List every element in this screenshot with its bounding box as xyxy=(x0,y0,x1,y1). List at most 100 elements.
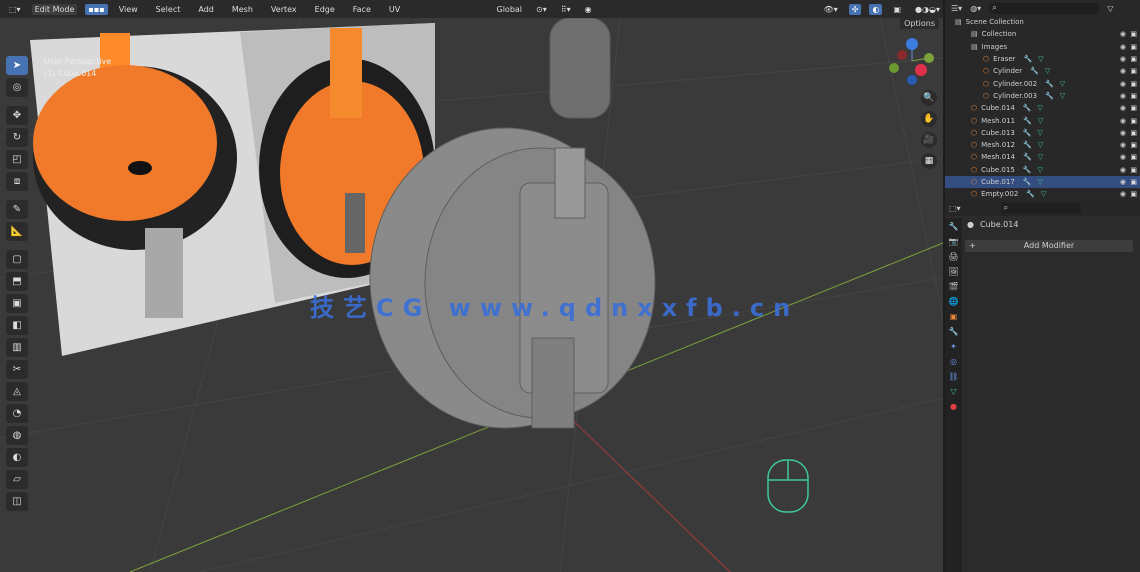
tab-world-icon[interactable]: 🌐 xyxy=(949,297,959,306)
tab-scene-icon[interactable]: 🎬 xyxy=(949,282,959,291)
pan-hand-icon[interactable]: ✋ xyxy=(921,111,937,127)
properties-search-input[interactable]: ⌕ xyxy=(1000,202,1081,214)
render-camera-icon[interactable]: ▣ xyxy=(1130,104,1137,112)
visibility-eye-icon[interactable]: ◉ xyxy=(1120,117,1126,125)
outliner-row[interactable]: ⬡ Cylinder.003 🔧 ▽ ◉ ▣ xyxy=(945,90,1140,102)
visibility-eye-icon[interactable]: ◉ xyxy=(1120,166,1126,174)
tool-bevel-icon[interactable]: ◧ xyxy=(6,316,28,335)
tab-modifiers-icon[interactable]: 🔧 xyxy=(949,327,959,336)
outliner-row[interactable]: ⬡ Cube.013 🔧 ▽ ◉ ▣ xyxy=(945,127,1140,139)
tool-knife-icon[interactable]: ✂ xyxy=(6,360,28,379)
render-camera-icon[interactable]: ▣ xyxy=(1130,141,1137,149)
tool-add-cube-icon[interactable]: ▢ xyxy=(6,250,28,269)
tool-shear-icon[interactable]: ▱ xyxy=(6,470,28,489)
tab-view-layer-icon[interactable]: 🖼 xyxy=(948,267,958,276)
tool-annotate-icon[interactable]: ✎ xyxy=(6,200,28,219)
visibility-eye-icon[interactable]: ◉ xyxy=(1120,30,1126,38)
visibility-eye-icon[interactable]: ◉ xyxy=(1120,43,1126,51)
tool-smooth-icon[interactable]: ◍ xyxy=(6,426,28,445)
tab-physics-icon[interactable]: ◎ xyxy=(950,357,957,366)
visibility-eye-icon[interactable]: ◉ xyxy=(1120,67,1126,75)
editor-type-icon[interactable]: ⬚▾ xyxy=(6,4,24,15)
render-camera-icon[interactable]: ▣ xyxy=(1130,129,1137,137)
visibility-eye-icon[interactable]: ◉ xyxy=(1120,92,1126,100)
render-camera-icon[interactable]: ▣ xyxy=(1130,55,1137,63)
tool-cursor-icon[interactable]: ◎ xyxy=(6,78,28,97)
outliner-row[interactable]: ⬡ Cube.014 🔧 ▽ ◉ ▣ xyxy=(945,102,1140,114)
properties-editor-icon[interactable]: ⬚▾ xyxy=(949,204,961,213)
snap-icon[interactable]: ⠿▾ xyxy=(558,4,574,15)
render-camera-icon[interactable]: ▣ xyxy=(1130,166,1137,174)
tool-loop-cut-icon[interactable]: ▥ xyxy=(6,338,28,357)
menu-vertex[interactable]: Vertex xyxy=(268,4,300,15)
menu-select[interactable]: Select xyxy=(153,4,184,15)
visibility-eye-icon[interactable]: ◉ xyxy=(1120,178,1126,186)
zoom-icon[interactable]: 🔍 xyxy=(921,90,937,106)
visibility-eye-icon[interactable]: ◉ xyxy=(1120,129,1126,137)
tool-move-icon[interactable]: ✥ xyxy=(6,106,28,125)
menu-face[interactable]: Face xyxy=(350,4,374,15)
tab-data-icon[interactable]: ▽ xyxy=(950,387,956,396)
orientation-dropdown[interactable]: Global xyxy=(494,4,526,15)
outliner-row[interactable]: ⬡ Mesh.012 🔧 ▽ ◉ ▣ xyxy=(945,139,1140,151)
tool-measure-icon[interactable]: 📐 xyxy=(6,222,28,241)
tab-tool-icon[interactable]: 🔧 xyxy=(949,222,959,231)
visibility-eye-icon[interactable]: ◉ xyxy=(1120,55,1126,63)
display-mode-icon[interactable]: ☰▾ xyxy=(951,4,962,13)
tool-extrude-icon[interactable]: ⬒ xyxy=(6,272,28,291)
3d-viewport[interactable]: ➤ ◎ ✥ ↻ ◰ ⧈ ✎ 📐 ▢ ⬒ ▣ ◧ ▥ ✂ ◬ ◔ ◍ ◐ ▱ ◫ User Perspective (1… xyxy=(0,18,943,572)
tool-spin-icon[interactable]: ◔ xyxy=(6,404,28,423)
mode-dropdown[interactable]: Edit Mode xyxy=(31,3,78,15)
render-camera-icon[interactable]: ▣ xyxy=(1130,190,1137,198)
xray-icon[interactable]: ▣ xyxy=(890,4,904,15)
object-name-field[interactable]: Cube.014 xyxy=(980,220,1018,229)
menu-uv[interactable]: UV xyxy=(386,4,403,15)
render-camera-icon[interactable]: ▣ xyxy=(1130,67,1137,75)
proportional-edit-icon[interactable]: ◉ xyxy=(582,4,595,15)
render-camera-icon[interactable]: ▣ xyxy=(1130,30,1137,38)
camera-view-icon[interactable]: 🎥 xyxy=(921,132,937,148)
tab-output-icon[interactable]: 🖨 xyxy=(948,252,958,261)
render-camera-icon[interactable]: ▣ xyxy=(1130,153,1137,161)
options-dropdown[interactable]: Options xyxy=(900,18,939,29)
tool-rotate-icon[interactable]: ↻ xyxy=(6,128,28,147)
perspective-toggle-icon[interactable]: ▦ xyxy=(921,153,937,169)
tool-transform-icon[interactable]: ⧈ xyxy=(6,172,28,191)
tool-shrink-icon[interactable]: ◐ xyxy=(6,448,28,467)
outliner-row[interactable]: ⬡ Mesh.011 🔧 ▽ ◉ ▣ xyxy=(945,114,1140,126)
outliner-row[interactable]: ⬡ Cylinder 🔧 ▽ ◉ ▣ xyxy=(945,65,1140,77)
menu-mesh[interactable]: Mesh xyxy=(229,4,256,15)
tab-particles-icon[interactable]: ✦ xyxy=(950,342,957,351)
tab-object-icon[interactable]: ▣ xyxy=(950,312,958,321)
tool-poly-build-icon[interactable]: ◬ xyxy=(6,382,28,401)
tool-rip-icon[interactable]: ◫ xyxy=(6,492,28,511)
outliner-row[interactable]: ▤ Images ◉ ▣ xyxy=(945,41,1140,53)
outliner-row[interactable]: ⬡ Cube.017 🔧 ▽ ◉ ▣ xyxy=(945,175,1140,189)
menu-add[interactable]: Add xyxy=(195,4,217,15)
tab-render-icon[interactable]: 📷 xyxy=(949,237,959,246)
tab-material-icon[interactable]: ● xyxy=(950,402,957,411)
scene-collection-row[interactable]: ▤ Scene Collection xyxy=(945,16,1140,28)
menu-edge[interactable]: Edge xyxy=(312,4,338,15)
filter-icon[interactable]: ◍▾ xyxy=(970,4,981,13)
visibility-eye-icon[interactable]: ◉ xyxy=(1120,153,1126,161)
overlay-toggle-icon[interactable]: ◐ xyxy=(869,3,883,15)
visibility-eye-icon[interactable]: ◉ xyxy=(1120,141,1126,149)
visibility-eye-icon[interactable]: ◉ xyxy=(1120,104,1126,112)
render-camera-icon[interactable]: ▣ xyxy=(1130,117,1137,125)
visibility-eye-icon[interactable]: ◉ xyxy=(1120,190,1126,198)
outliner-row[interactable]: ⬡ Mesh.014 🔧 ▽ ◉ ▣ xyxy=(945,151,1140,163)
axis-gizmo[interactable] xyxy=(889,38,934,85)
render-camera-icon[interactable]: ▣ xyxy=(1130,43,1137,51)
tool-scale-icon[interactable]: ◰ xyxy=(6,150,28,169)
pivot-icon[interactable]: ⊙▾ xyxy=(533,4,550,15)
render-camera-icon[interactable]: ▣ xyxy=(1130,178,1137,186)
outliner-row[interactable]: ⬡ Cube.015 🔧 ▽ ◉ ▣ xyxy=(945,164,1140,176)
render-camera-icon[interactable]: ▣ xyxy=(1130,92,1137,100)
tool-select-box-icon[interactable]: ➤ xyxy=(6,56,28,75)
funnel-icon[interactable]: ▽ xyxy=(1107,4,1113,13)
view-object-types-icon[interactable]: 👁▾ xyxy=(821,4,841,15)
menu-view[interactable]: View xyxy=(116,4,141,15)
tab-constraints-icon[interactable]: ⛓ xyxy=(948,372,958,381)
outliner-search-input[interactable]: ⌕ xyxy=(989,2,1100,14)
